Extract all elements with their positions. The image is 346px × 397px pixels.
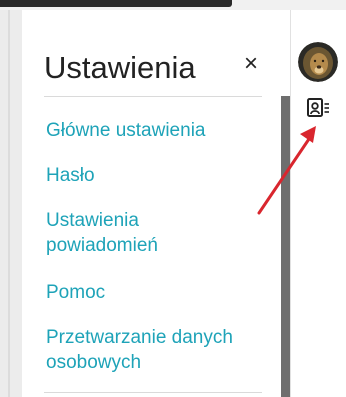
menu-item-general-settings[interactable]: Główne ustawienia bbox=[46, 118, 266, 143]
window-top-bar bbox=[0, 0, 346, 10]
top-bar-tab bbox=[0, 0, 232, 7]
title-divider bbox=[44, 96, 262, 97]
close-icon[interactable]: × bbox=[236, 49, 266, 79]
settings-menu: Główne ustawienia Hasło Ustawienia powia… bbox=[46, 118, 266, 375]
menu-item-personal-data-processing[interactable]: Przetwarzanie danych osobowych bbox=[46, 325, 261, 375]
menu-item-help[interactable]: Pomoc bbox=[46, 280, 266, 305]
settings-panel: Ustawienia × Główne ustawienia Hasło Ust… bbox=[22, 10, 282, 397]
panel-scrollbar[interactable] bbox=[281, 96, 290, 397]
bottom-divider bbox=[44, 392, 262, 393]
left-background bbox=[0, 10, 22, 397]
left-divider bbox=[8, 10, 10, 397]
menu-item-notification-settings[interactable]: Ustawienia powiadomień bbox=[46, 208, 196, 258]
contact-list-icon[interactable] bbox=[305, 96, 331, 120]
menu-item-password[interactable]: Hasło bbox=[46, 163, 266, 188]
lion-avatar[interactable] bbox=[298, 42, 338, 82]
panel-title: Ustawienia bbox=[44, 50, 196, 85]
